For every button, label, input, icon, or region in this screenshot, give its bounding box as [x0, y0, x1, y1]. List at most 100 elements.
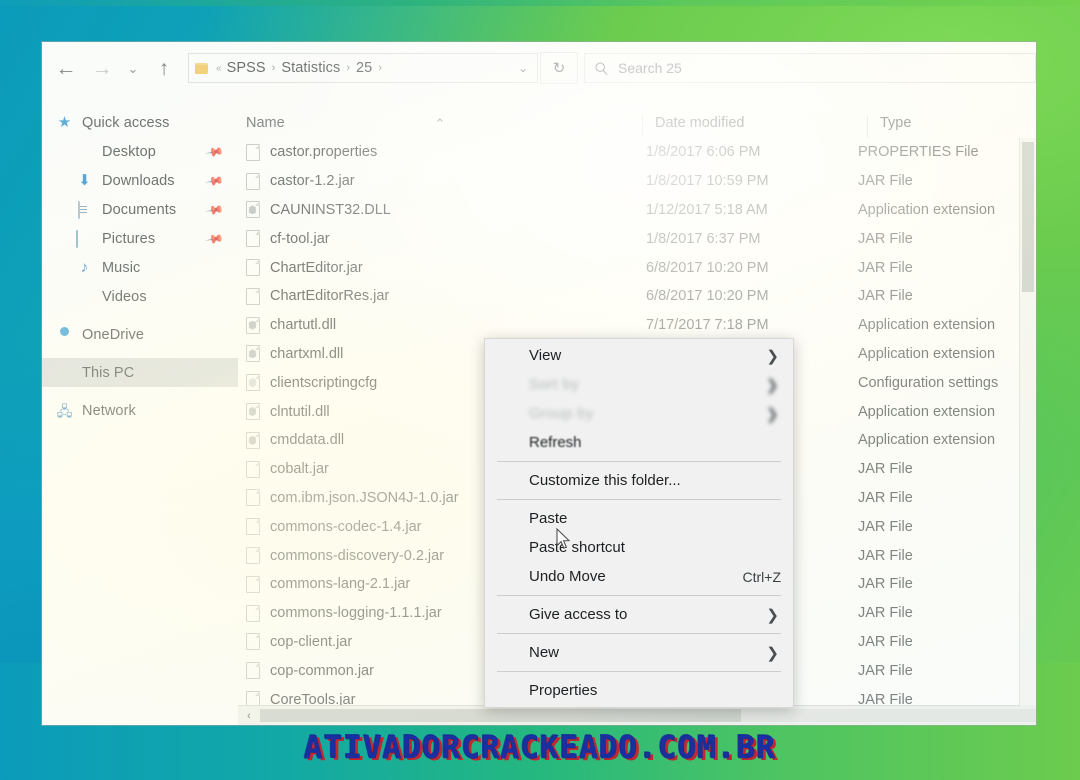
address-bar: ← → ⌄ ↑ « SPSS › Statistics › 25 › ⌄ ↻ S… [42, 42, 1036, 94]
back-button[interactable]: ← [48, 48, 84, 88]
menu-item-paste-shortcut[interactable]: Paste shortcut [485, 533, 793, 562]
file-name-cell: chartutl.dll [238, 316, 634, 334]
table-row[interactable]: castor-1.2.jar 1/8/2017 10:59 PM JAR File [238, 167, 1036, 196]
dll-icon [246, 316, 260, 334]
file-type-cell: JAR File [858, 662, 913, 679]
scroll-left-arrow-icon[interactable]: ‹ [238, 710, 260, 722]
music-icon: ♪ [80, 258, 89, 276]
file-name-label: CAUNINST32.DLL [270, 201, 391, 218]
breadcrumb-separator[interactable]: › [346, 62, 350, 74]
vertical-scrollbar[interactable] [1019, 138, 1036, 706]
menu-item-view[interactable]: View ❯ [485, 341, 793, 370]
menu-item-shortcut: Ctrl+Z [742, 568, 782, 585]
horizontal-scrollbar[interactable]: ‹ [238, 705, 1036, 725]
file-icon [246, 633, 260, 651]
table-row[interactable]: chartutl.dll 7/17/2017 7:18 PM Application… [238, 311, 1036, 340]
recent-locations-button[interactable]: ⌄ [120, 48, 146, 88]
file-icon [246, 287, 260, 305]
file-name-cell: castor.properties [238, 143, 634, 161]
pin-icon[interactable]: 📌 [204, 142, 224, 162]
file-icon [246, 547, 260, 565]
menu-item-properties[interactable]: Properties [485, 676, 793, 705]
table-row[interactable]: ChartEditor.jar 6/8/2017 10:20 PM JAR File [238, 253, 1036, 282]
sidebar-item-music[interactable]: ♪ Music [42, 253, 238, 282]
breadcrumb-item-spss[interactable]: SPSS [227, 60, 266, 76]
vertical-scrollbar-thumb[interactable] [1022, 142, 1034, 292]
chevron-down-icon[interactable]: ⌄ [518, 61, 531, 75]
table-row[interactable]: ChartEditorRes.jar 6/8/2017 10:20 PM JAR F… [238, 282, 1036, 311]
menu-item-refresh[interactable]: Refresh [485, 428, 793, 457]
horizontal-scrollbar-track[interactable] [260, 709, 1036, 722]
sidebar-item-label: Documents [102, 201, 177, 218]
sidebar-item-pictures[interactable]: Pictures 📌 [42, 224, 238, 253]
horizontal-scrollbar-thumb[interactable] [260, 709, 742, 722]
file-icon [246, 691, 260, 705]
column-header-name[interactable]: ⌃ Name [238, 115, 642, 138]
sidebar-item-downloads[interactable]: ⬇ Downloads 📌 [42, 166, 238, 195]
star-icon: ★ [57, 113, 72, 131]
sidebar-item-network[interactable]: 🖧 Network [42, 396, 238, 425]
file-name-label: ChartEditorRes.jar [270, 288, 390, 305]
pin-icon[interactable]: 📌 [204, 229, 224, 249]
file-icon [246, 518, 260, 536]
sidebar-item-desktop[interactable]: Desktop 📌 [42, 137, 238, 166]
chevron-right-icon: ❯ [766, 644, 779, 662]
breadcrumb-overflow[interactable]: « [216, 63, 222, 74]
file-type-cell: Configuration settings [858, 374, 999, 391]
navigation-pane: ★ Quick access Desktop 📌 ⬇ Downloads 📌 D… [42, 94, 238, 725]
menu-item-paste[interactable]: Paste [485, 504, 793, 533]
file-name-label: cop-common.jar [270, 662, 374, 679]
table-row[interactable]: castor.properties 1/8/2017 6:06 PM PROPERT… [238, 138, 1036, 167]
sidebar-item-this-pc[interactable]: This PC [42, 358, 238, 387]
search-placeholder: Search 25 [618, 60, 682, 76]
file-type-cell: JAR File [858, 230, 913, 247]
menu-item-label: Customize this folder... [529, 472, 681, 489]
sidebar-item-onedrive[interactable]: OneDrive [42, 320, 238, 349]
sidebar-item-videos[interactable]: Videos [42, 282, 238, 311]
file-name-cell: cf-tool.jar [238, 230, 634, 248]
column-header-date-modified[interactable]: Date modified [642, 115, 867, 138]
dll-icon [246, 345, 260, 363]
computer-icon [56, 365, 73, 381]
menu-item-give-access-to[interactable]: Give access to ❯ [485, 600, 793, 629]
breadcrumb-item-25[interactable]: 25 [356, 60, 372, 76]
menu-item-label: Properties [529, 682, 598, 699]
sidebar-item-label: Videos [102, 288, 147, 305]
file-type-cell: Application extension [858, 403, 996, 420]
file-icon [246, 604, 260, 622]
up-button[interactable]: ↑ [146, 48, 182, 88]
file-name-label: CoreTools.jar [270, 691, 356, 705]
sidebar-item-quick-access[interactable]: ★ Quick access [42, 108, 238, 137]
pin-icon[interactable]: 📌 [204, 200, 224, 220]
file-name-label: com.ibm.json.JSON4J-1.0.jar [270, 489, 459, 506]
menu-item-label: View [529, 347, 562, 364]
menu-item-new[interactable]: New ❯ [485, 638, 793, 667]
table-row[interactable]: CAUNINST32.DLL 1/12/2017 5:18 AM Applicati… [238, 196, 1036, 225]
menu-item-group-by[interactable]: Group by ❯ [485, 399, 793, 428]
sidebar-item-label: Pictures [102, 230, 156, 247]
video-icon [76, 289, 93, 305]
forward-button[interactable]: → [84, 48, 120, 88]
breadcrumb-separator[interactable]: › [378, 62, 382, 74]
breadcrumb[interactable]: « SPSS › Statistics › 25 › ⌄ [188, 53, 538, 83]
pin-icon[interactable]: 📌 [204, 171, 224, 191]
sidebar-item-label: Quick access [82, 114, 170, 131]
search-box[interactable]: Search 25 [584, 53, 1036, 83]
network-icon: 🖧 [56, 402, 73, 419]
breadcrumb-item-statistics[interactable]: Statistics [281, 60, 340, 76]
sidebar-item-documents[interactable]: Documents 📌 [42, 195, 238, 224]
menu-item-label: Undo Move [529, 568, 606, 585]
file-type-cell: JAR File [858, 547, 913, 564]
file-icon [246, 662, 260, 680]
column-header-type[interactable]: Type [867, 115, 1036, 138]
refresh-button[interactable]: ↻ [540, 52, 578, 84]
file-icon [246, 143, 260, 161]
menu-item-customize-this-folder[interactable]: Customize this folder... [485, 466, 793, 495]
file-type-cell: JAR File [858, 605, 913, 622]
menu-item-undo-move[interactable]: Undo Move Ctrl+Z [485, 562, 793, 591]
file-type-cell: PROPERTIES File [858, 144, 979, 161]
breadcrumb-separator[interactable]: › [272, 62, 276, 74]
file-name-cell: CAUNINST32.DLL [238, 201, 634, 219]
menu-item-sort-by[interactable]: Sort by ❯ [485, 370, 793, 399]
table-row[interactable]: cf-tool.jar 1/8/2017 6:37 PM JAR File [238, 224, 1036, 253]
